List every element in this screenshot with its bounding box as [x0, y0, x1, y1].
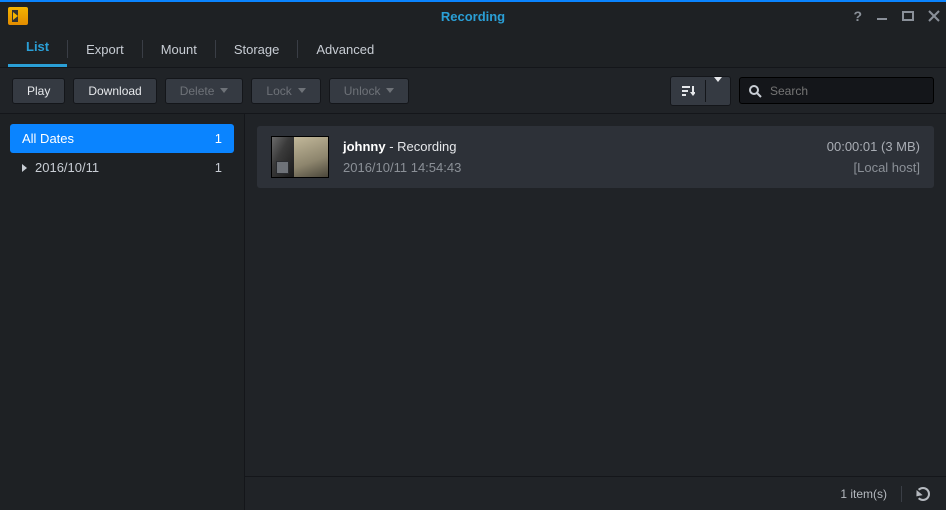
chevron-down-icon [298, 88, 306, 93]
tab-storage[interactable]: Storage [216, 32, 298, 67]
download-label: Download [88, 84, 141, 98]
lock-label: Lock [266, 84, 291, 98]
unlock-label: Unlock [344, 84, 381, 98]
sort-icon [681, 85, 695, 97]
chevron-down-icon [220, 88, 228, 93]
search-input[interactable] [770, 84, 925, 98]
sidebar-item-date[interactable]: 2016/10/11 1 [10, 153, 234, 182]
recording-timestamp: 2016/10/11 14:54:43 [343, 160, 813, 175]
recording-host: [Local host] [827, 160, 920, 175]
tab-mount[interactable]: Mount [143, 32, 215, 67]
sort-button[interactable] [670, 76, 731, 106]
search-icon [748, 84, 762, 98]
expand-icon [22, 164, 27, 172]
search-box[interactable] [739, 77, 934, 104]
recording-duration: 00:00:01 (3 MB) [827, 139, 920, 154]
play-button[interactable]: Play [12, 78, 65, 104]
minimize-button[interactable] [876, 10, 888, 22]
item-count: 1 item(s) [840, 487, 887, 501]
sidebar-item-count: 1 [215, 160, 222, 175]
play-label: Play [27, 84, 50, 98]
recording-row[interactable]: johnny - Recording 2016/10/11 14:54:43 0… [257, 126, 934, 188]
tab-advanced[interactable]: Advanced [298, 32, 392, 67]
download-button[interactable]: Download [73, 78, 156, 104]
divider [901, 486, 902, 502]
tab-list[interactable]: List [8, 29, 67, 67]
chevron-down-icon [714, 77, 722, 99]
main-tabs: List Export Mount Storage Advanced [0, 30, 946, 68]
app-icon [8, 7, 28, 25]
sidebar: All Dates 1 2016/10/11 1 [0, 114, 245, 510]
help-icon[interactable]: ? [853, 8, 862, 24]
sidebar-item-all-dates[interactable]: All Dates 1 [10, 124, 234, 153]
tab-export[interactable]: Export [68, 32, 142, 67]
refresh-button[interactable] [916, 487, 930, 501]
delete-label: Delete [180, 84, 215, 98]
recording-thumbnail [271, 136, 329, 178]
lock-button[interactable]: Lock [251, 78, 320, 104]
sidebar-item-count: 1 [215, 131, 222, 146]
sidebar-item-label: 2016/10/11 [35, 160, 215, 175]
unlock-button[interactable]: Unlock [329, 78, 410, 104]
recording-title: johnny - Recording [343, 139, 813, 154]
sidebar-item-label: All Dates [22, 131, 215, 146]
chevron-down-icon [386, 88, 394, 93]
delete-button[interactable]: Delete [165, 78, 244, 104]
maximize-button[interactable] [902, 10, 914, 22]
window-title: Recording [0, 9, 946, 24]
close-button[interactable] [928, 10, 940, 22]
